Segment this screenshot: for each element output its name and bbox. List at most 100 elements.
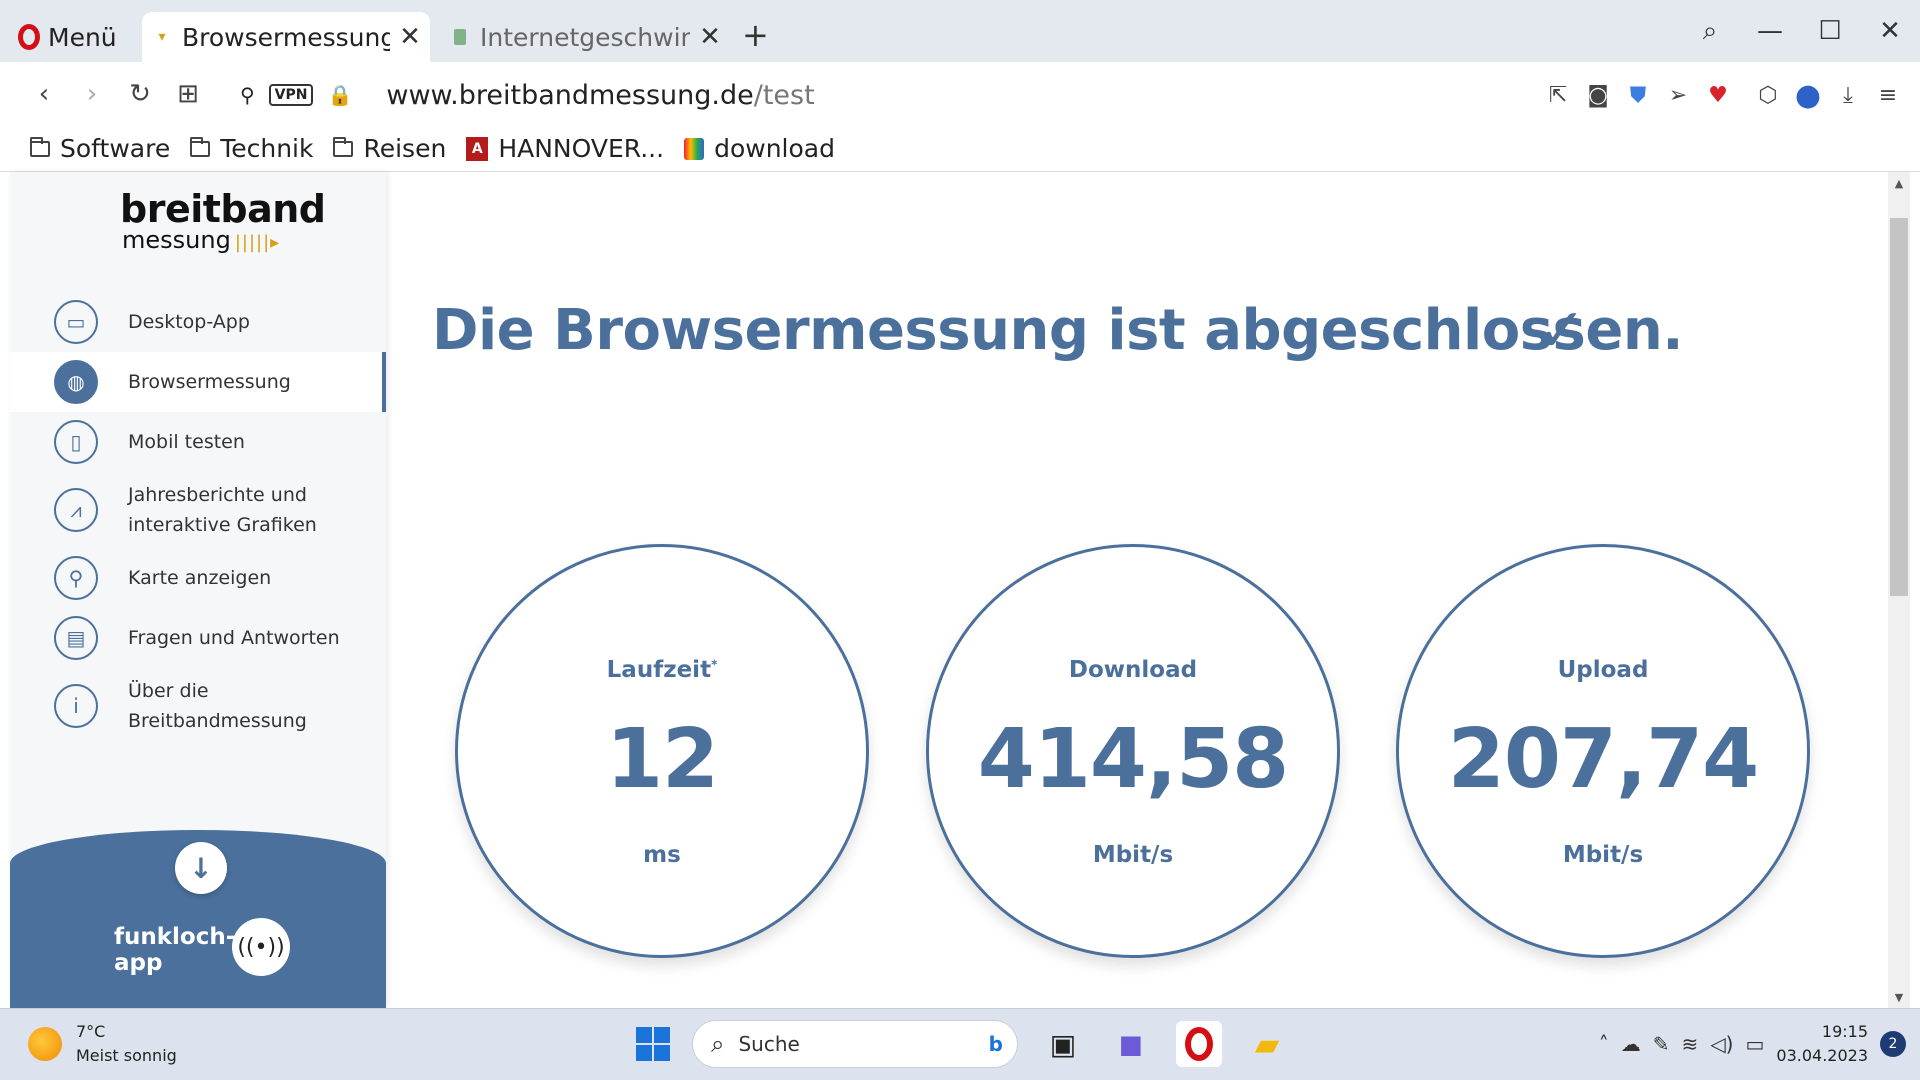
onedrive-icon[interactable]: ☁ <box>1621 1032 1641 1056</box>
lock-icon[interactable]: 🔒 <box>327 83 352 107</box>
bookmark-reisen[interactable]: Reisen <box>333 134 446 163</box>
bookmark-label: download <box>714 134 835 163</box>
info-icon: i <box>54 684 98 728</box>
nav-label: Über die Breitbandmessung <box>128 680 307 732</box>
sidebar-item-desktop-app[interactable]: ▭ Desktop-App <box>10 292 386 352</box>
bookmark-label: Software <box>60 134 171 163</box>
volume-icon[interactable]: ◁) <box>1710 1032 1733 1056</box>
funkloch-line1: funkloch- <box>114 924 236 950</box>
tab-browsermessung[interactable]: ▾ Browsermessung | Breitbandmessung ✕ <box>142 12 430 62</box>
scrollbar-thumb[interactable] <box>1890 218 1908 596</box>
funkloch-app-link[interactable]: funkloch- app <box>114 924 235 976</box>
bookmark-download[interactable]: download <box>684 134 835 163</box>
opera-taskbar-icon[interactable] <box>1176 1021 1222 1067</box>
sidebar-item-browsermessung[interactable]: ◍ Browsermessung <box>10 352 386 412</box>
teams-icon[interactable]: ◼ <box>1108 1021 1154 1067</box>
window-controls: ⌕ — ☐ ✕ <box>1680 0 1920 62</box>
nav-label: Mobil testen <box>128 431 245 453</box>
downloads-icon[interactable]: ⤓ <box>1828 72 1868 118</box>
share-icon[interactable]: ⇱ <box>1538 72 1578 118</box>
weather-desc: Meist sonnig <box>76 1046 177 1065</box>
antenna-icon[interactable]: ((•)) <box>232 918 290 976</box>
profile-icon[interactable]: ● <box>1788 72 1828 118</box>
sidebar-item-karte[interactable]: ⚲ Karte anzeigen <box>10 548 386 608</box>
folder-icon <box>190 136 211 157</box>
search-placeholder: Suche <box>738 1032 800 1056</box>
close-window-icon[interactable]: ✕ <box>1860 0 1920 62</box>
sidebar-item-jahresberichte[interactable]: ⩘ Jahresberichte und interaktive Grafike… <box>10 472 386 548</box>
windows-start-icon[interactable] <box>636 1027 670 1061</box>
latency-result: Laufzeit* 12 ms <box>455 544 869 958</box>
shield-icon[interactable]: ⛊ <box>1618 72 1658 118</box>
download-unit: Mbit/s <box>1092 842 1174 868</box>
download-result: Download 414,58 Mbit/s <box>926 544 1340 958</box>
favicon-icon: ▾ <box>158 29 166 45</box>
sidebar-item-mobil-testen[interactable]: ▯ Mobil testen <box>10 412 386 472</box>
pen-icon[interactable]: ✎ <box>1653 1032 1670 1056</box>
camera-icon[interactable]: ◙ <box>1578 72 1618 118</box>
latency-label-text: Laufzeit <box>606 657 712 683</box>
scroll-down-icon[interactable]: ▼ <box>1890 988 1908 1006</box>
monitor-icon: ▭ <box>54 300 98 344</box>
taskbar-search[interactable]: ⌕ Suche b <box>692 1020 1018 1068</box>
sidebar-item-faq[interactable]: ▤ Fragen und Antworten <box>10 608 386 668</box>
footnote-marker: * <box>711 657 718 672</box>
chevron-up-icon[interactable]: ˄ <box>1599 1032 1609 1056</box>
address-bar[interactable]: ⚲ VPN 🔒 www.breitbandmessung.de/test <box>240 72 815 118</box>
maximize-icon[interactable]: ☐ <box>1800 0 1860 62</box>
tab-internetgeschwindigkeit[interactable]: Internetgeschwindigkeit ✕ <box>440 12 730 62</box>
send-icon[interactable]: ➢ <box>1658 72 1698 118</box>
close-tab-icon[interactable]: ✕ <box>690 22 730 52</box>
heart-icon[interactable]: ♥ <box>1698 72 1738 118</box>
tabs-grid-icon[interactable]: ⊞ <box>164 70 212 118</box>
notification-badge[interactable]: 2 <box>1880 1031 1906 1057</box>
easy-setup-icon[interactable]: ≡ <box>1868 72 1908 118</box>
cube-icon[interactable]: ⬡ <box>1748 72 1788 118</box>
task-view-icon[interactable]: ▣ <box>1040 1021 1086 1067</box>
back-icon[interactable]: ‹ <box>20 70 68 118</box>
logo-line1: breitband <box>120 187 326 231</box>
sidebar-item-ueber[interactable]: i Über die Breitbandmessung <box>10 668 386 744</box>
weather-temp: 7°C <box>76 1022 106 1041</box>
latency-label: Laufzeit* <box>458 657 866 683</box>
sun-icon <box>28 1027 62 1061</box>
bookmark-technik[interactable]: Technik <box>190 134 313 163</box>
toolbar-extensions: ⇱ ◙ ⛊ ➢ ♥ ⬡ ● ⤓ ≡ <box>1538 72 1908 118</box>
bookmark-software[interactable]: Software <box>30 134 170 163</box>
file-explorer-icon[interactable]: ▰ <box>1244 1021 1290 1067</box>
new-tab-button[interactable]: + <box>742 16 769 54</box>
search-icon: ⌕ <box>711 1030 725 1058</box>
vpn-badge[interactable]: VPN <box>268 84 314 106</box>
upload-label: Upload <box>1557 657 1649 683</box>
close-tab-icon[interactable]: ✕ <box>390 22 430 52</box>
opera-menu-button[interactable]: Menü <box>18 18 117 56</box>
bookmark-hannover[interactable]: A HANNOVER... <box>466 134 664 163</box>
tab-title: Internetgeschwindigkeit <box>480 22 690 52</box>
reload-icon[interactable]: ↻ <box>116 70 164 118</box>
battery-icon[interactable]: ▭ <box>1745 1032 1764 1056</box>
site-logo[interactable]: breitband messung |||||▸ <box>120 190 326 252</box>
map-pin-icon: ⚲ <box>54 556 98 600</box>
taskbar-apps: ⌕ Suche b ▣ ◼ ▰ <box>636 1016 1290 1072</box>
latency-unit: ms <box>643 842 681 868</box>
url-host: www.breitbandmessung.de <box>386 79 754 111</box>
system-tray: ˄ ☁ ✎ ≋ ◁) ▭ 19:15 03.04.2023 2 <box>1599 1016 1906 1072</box>
sidebar: breitband messung |||||▸ ▭ Desktop-App ◍ … <box>10 172 386 1008</box>
download-arrow-icon[interactable]: ↓ <box>175 842 227 894</box>
funkloch-line2: app <box>114 950 163 976</box>
logo-bars-icon: |||||▸ <box>234 232 281 253</box>
bag-icon <box>684 137 705 160</box>
bookmark-label: Reisen <box>363 134 447 163</box>
scroll-up-icon[interactable]: ▲ <box>1890 174 1908 192</box>
tab-search-icon[interactable]: ⌕ <box>1680 0 1740 62</box>
weather-widget[interactable]: 7°C Meist sonnig <box>28 1020 177 1068</box>
wifi-icon[interactable]: ≋ <box>1682 1032 1699 1056</box>
chart-icon: ⩘ <box>54 488 98 532</box>
nav-label: Desktop-App <box>128 311 250 333</box>
minimize-icon[interactable]: — <box>1740 0 1800 62</box>
logo-line2: messung <box>122 226 231 254</box>
tab-title: Browsermessung | Breitbandmessung <box>182 22 390 52</box>
location-pin-icon[interactable]: ⚲ <box>240 83 255 107</box>
clock[interactable]: 19:15 03.04.2023 <box>1776 1020 1868 1068</box>
forward-icon[interactable]: › <box>68 70 116 118</box>
